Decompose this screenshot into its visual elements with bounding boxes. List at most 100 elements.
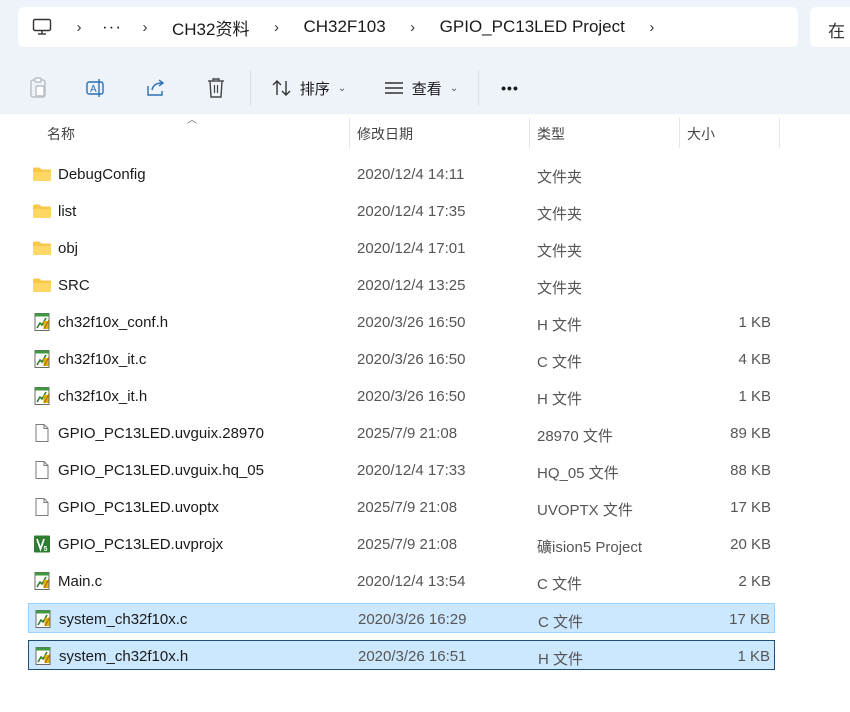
share-button[interactable] — [140, 62, 172, 114]
file-row[interactable]: 5 GPIO_PC13LED.uvprojx 2025/7/9 21:08 礦isio… — [28, 529, 775, 559]
file-name: obj — [58, 240, 79, 257]
file-date-modified: 2025/7/9 21:08 — [357, 499, 458, 516]
folder-icon — [32, 238, 52, 258]
file-name: system_ch32f10x.h — [59, 648, 189, 665]
breadcrumb-chevron-icon[interactable]: › — [400, 19, 426, 36]
trash-icon — [208, 78, 224, 98]
folder-icon — [32, 164, 52, 184]
breadcrumb-chevron-icon[interactable]: › — [639, 19, 665, 36]
blank-file-icon — [32, 460, 52, 480]
file-type: 28970 文件 — [537, 428, 613, 445]
file-name: ch32f10x_it.c — [58, 351, 147, 368]
search-input[interactable]: 在 — [810, 7, 850, 47]
search-placeholder: 在 — [828, 22, 845, 41]
this-pc-icon[interactable] — [18, 18, 66, 36]
sort-ascending-icon: ︿ — [187, 115, 197, 126]
rename-icon: A — [86, 79, 104, 97]
column-header-date[interactable]: 修改日期 — [357, 124, 413, 144]
svg-text:5: 5 — [44, 546, 48, 553]
breadcrumb-overflow-button[interactable]: ··· — [92, 17, 132, 37]
rename-button[interactable]: A — [80, 62, 112, 114]
file-date-modified: 2020/3/26 16:29 — [358, 611, 467, 628]
file-row[interactable]: GPIO_PC13LED.uvguix.28970 2025/7/9 21:08 2… — [28, 418, 775, 448]
breadcrumb-chevron-icon[interactable]: › — [263, 19, 289, 36]
file-size: 89 KB — [730, 425, 771, 442]
file-name: ch32f10x_conf.h — [58, 314, 169, 331]
file-date-modified: 2025/7/9 21:08 — [357, 536, 458, 553]
file-row[interactable]: ch32f10x_it.h 2020/3/26 16:50 H 文件 1 KB — [28, 381, 775, 411]
view-button[interactable]: 查看 ⌄ — [380, 62, 462, 114]
breadcrumb-chevron-icon[interactable]: › — [132, 19, 158, 36]
file-row[interactable]: GPIO_PC13LED.uvoptx 2025/7/9 21:08 UVOPTX … — [28, 492, 775, 522]
address-bar[interactable]: › ··· › CH32资料 › CH32F103 › GPIO_PC13LED… — [18, 7, 798, 47]
file-size: 1 KB — [738, 388, 771, 405]
column-resize-handle[interactable] — [679, 118, 680, 148]
file-date-modified: 2020/12/4 17:35 — [357, 203, 466, 220]
file-row[interactable]: DebugConfig 2020/12/4 14:11 文件夹 — [28, 159, 775, 189]
file-row[interactable]: Main.c 2020/12/4 13:54 C 文件 2 KB — [28, 566, 775, 596]
file-date-modified: 2020/12/4 17:01 — [357, 240, 466, 257]
svg-text:A: A — [90, 84, 97, 95]
paste-button[interactable] — [22, 62, 54, 114]
column-header-name[interactable]: 名称 — [47, 124, 75, 144]
source-file-icon — [32, 312, 52, 332]
file-size: 1 KB — [738, 314, 771, 331]
chevron-down-icon: ⌄ — [449, 82, 459, 94]
sort-icon — [272, 80, 291, 96]
file-name: SRC — [58, 277, 90, 294]
file-name: system_ch32f10x.c — [59, 611, 188, 628]
sort-button[interactable]: 排序 ⌄ — [268, 62, 350, 114]
file-name: Main.c — [58, 573, 103, 590]
file-name: list — [58, 203, 77, 220]
file-date-modified: 2020/12/4 13:25 — [357, 277, 466, 294]
source-file-icon — [32, 386, 52, 406]
file-type: C 文件 — [538, 614, 584, 631]
file-size: 1 KB — [737, 648, 770, 665]
file-row[interactable]: obj 2020/12/4 17:01 文件夹 — [28, 233, 775, 263]
file-name: GPIO_PC13LED.uvguix.hq_05 — [58, 462, 264, 479]
file-type: UVOPTX 文件 — [537, 502, 633, 519]
breadcrumb-item[interactable]: CH32资料 — [158, 15, 263, 40]
file-name: GPIO_PC13LED.uvguix.28970 — [58, 425, 264, 442]
file-type: 文件夹 — [537, 243, 583, 260]
source-file-icon — [32, 349, 52, 369]
breadcrumb-item-current[interactable]: GPIO_PC13LED Project — [426, 17, 639, 37]
column-header-type[interactable]: 类型 — [537, 124, 565, 144]
file-type: 文件夹 — [537, 206, 583, 223]
breadcrumb-item[interactable]: CH32F103 — [289, 17, 399, 37]
file-date-modified: 2020/3/26 16:50 — [357, 351, 466, 368]
file-row[interactable]: GPIO_PC13LED.uvguix.hq_05 2020/12/4 17:33… — [28, 455, 775, 485]
delete-button[interactable] — [200, 62, 232, 114]
file-size: 20 KB — [730, 536, 771, 553]
file-name: DebugConfig — [58, 166, 146, 183]
file-size: 2 KB — [738, 573, 771, 590]
source-file-icon — [32, 571, 52, 591]
file-type: C 文件 — [537, 576, 583, 593]
file-date-modified: 2020/3/26 16:50 — [357, 314, 466, 331]
view-icon — [384, 82, 403, 94]
sort-label: 排序 — [299, 80, 330, 98]
column-header-size[interactable]: 大小 — [687, 124, 715, 144]
breadcrumb-chevron-icon[interactable]: › — [66, 19, 92, 36]
source-file-icon — [33, 646, 53, 666]
share-icon — [147, 79, 165, 96]
more-options-button[interactable]: ••• — [492, 62, 528, 114]
file-row-selected[interactable]: system_ch32f10x.h 2020/3/26 16:51 H 文件 1 KB — [28, 640, 775, 670]
file-row-selected[interactable]: system_ch32f10x.c 2020/3/26 16:29 C 文件 17 K… — [28, 603, 775, 633]
chevron-down-icon: ⌄ — [337, 82, 347, 94]
file-row[interactable]: ch32f10x_it.c 2020/3/26 16:50 C 文件 4 KB — [28, 344, 775, 374]
keil-project-icon: 5 — [32, 534, 52, 554]
file-name: ch32f10x_it.h — [58, 388, 148, 405]
file-type: H 文件 — [537, 317, 583, 334]
file-row[interactable]: list 2020/12/4 17:35 文件夹 — [28, 196, 775, 226]
file-row[interactable]: ch32f10x_conf.h 2020/3/26 16:50 H 文件 1 KB — [28, 307, 775, 337]
file-name: GPIO_PC13LED.uvprojx — [58, 536, 224, 553]
file-list: ︿ 名称 修改日期 类型 大小 DebugConfig 2020/12/4 14:… — [0, 114, 850, 712]
file-date-modified: 2020/12/4 14:11 — [357, 166, 465, 183]
file-row[interactable]: SRC 2020/12/4 13:25 文件夹 — [28, 270, 775, 300]
column-resize-handle[interactable] — [349, 118, 350, 148]
file-date-modified: 2020/12/4 17:33 — [357, 462, 466, 479]
file-date-modified: 2025/7/9 21:08 — [357, 425, 458, 442]
column-resize-handle[interactable] — [779, 118, 780, 148]
column-resize-handle[interactable] — [529, 118, 530, 148]
